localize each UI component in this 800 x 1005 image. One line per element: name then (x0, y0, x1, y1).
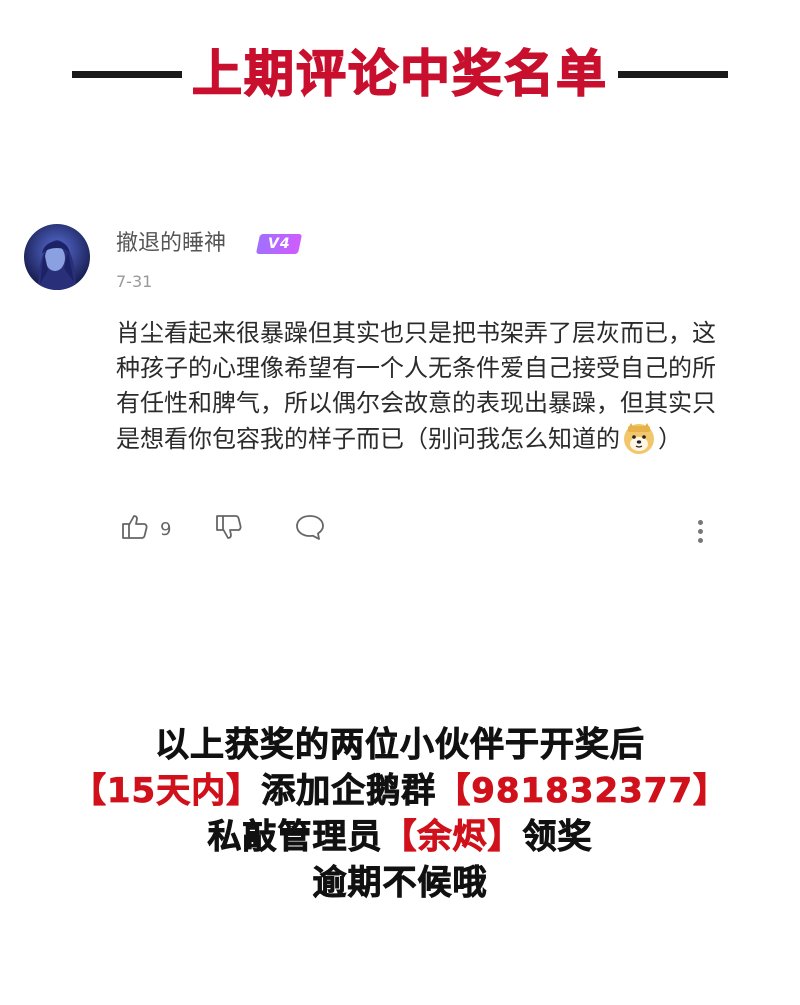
like-count: 9 (160, 518, 172, 540)
more-options-button[interactable] (698, 520, 704, 547)
reply-button[interactable] (294, 512, 326, 546)
notice-admin-name: 【余烬】 (382, 817, 523, 858)
comment-actions: 9 (116, 512, 716, 552)
notice-line-3: 私敲管理员【余烬】领奖 (0, 814, 800, 860)
notice-contact-admin: 私敲管理员 (207, 817, 383, 858)
thumbs-down-icon (214, 512, 244, 546)
comment-date: 7-31 (116, 272, 153, 291)
dislike-button[interactable] (214, 512, 244, 546)
page-title: 上期评论中奖名单 (191, 44, 608, 104)
notice-claim: 领奖 (522, 817, 593, 858)
more-vertical-icon (698, 520, 704, 543)
notice-line-1: 以上获奖的两位小伙伴于开奖后 (155, 725, 645, 766)
avatar[interactable] (24, 224, 90, 290)
comment-bubble-icon (294, 512, 326, 546)
notice-join-group: 添加企鹅群 (261, 771, 437, 812)
thumbs-up-icon (120, 512, 150, 546)
comment-text-end: ） (658, 425, 682, 453)
notice-line-4: 逾期不候哦 (312, 863, 488, 904)
comment-username[interactable]: 撤退的睡神 (116, 228, 226, 260)
title-right-rule (618, 70, 728, 78)
page-header: 上期评论中奖名单 (0, 38, 800, 110)
doge-emoji-icon (622, 421, 656, 455)
like-button[interactable]: 9 (120, 512, 171, 546)
prize-notice: 以上获奖的两位小伙伴于开奖后 【15天内】添加企鹅群【981832377】 私敲… (0, 722, 800, 906)
title-left-rule (72, 70, 182, 78)
notice-deadline: 【15天内】 (71, 771, 262, 812)
comment-body: 肖尘看起来很暴躁但其实也只是把书架弄了层灰而已，这种孩子的心理像希望有一个人无条… (116, 316, 736, 457)
notice-group-number[interactable]: 【981832377】 (436, 771, 728, 812)
badge-label: V4 (267, 236, 291, 252)
vip-level-badge: V4 (255, 234, 303, 254)
notice-line-2: 【15天内】添加企鹅群【981832377】 (0, 768, 800, 814)
